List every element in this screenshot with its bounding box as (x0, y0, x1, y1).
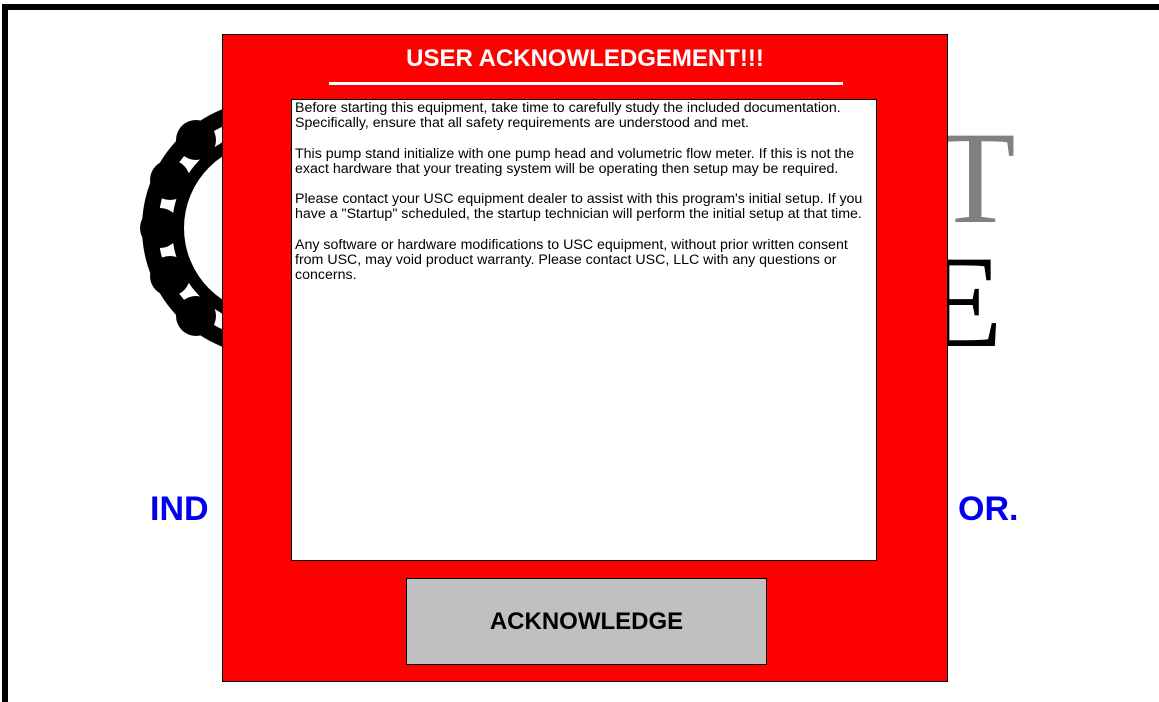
tagline-left-fragment: IND (150, 490, 209, 528)
tagline-right-fragment: OR. (958, 490, 1019, 528)
message-paragraph-documentation: Before starting this equipment, take tim… (295, 100, 841, 132)
acknowledge-button[interactable]: ACKNOWLEDGE (406, 578, 767, 665)
screen-border-left (2, 4, 8, 702)
message-paragraph-hardware: This pump stand initialize with one pump… (295, 145, 855, 177)
message-paragraph-dealer: Please contact your USC equipment dealer… (295, 191, 863, 223)
acknowledgement-message-box[interactable]: Before starting this equipment, take tim… (291, 99, 877, 561)
user-acknowledgement-dialog: USER ACKNOWLEDGEMENT!!! Before starting … (222, 34, 948, 682)
title-underline (329, 82, 843, 85)
screen-border-top (2, 4, 1159, 10)
message-paragraph-warranty: Any software or hardware modifications t… (295, 236, 848, 284)
dialog-title: USER ACKNOWLEDGEMENT!!! (406, 45, 764, 72)
